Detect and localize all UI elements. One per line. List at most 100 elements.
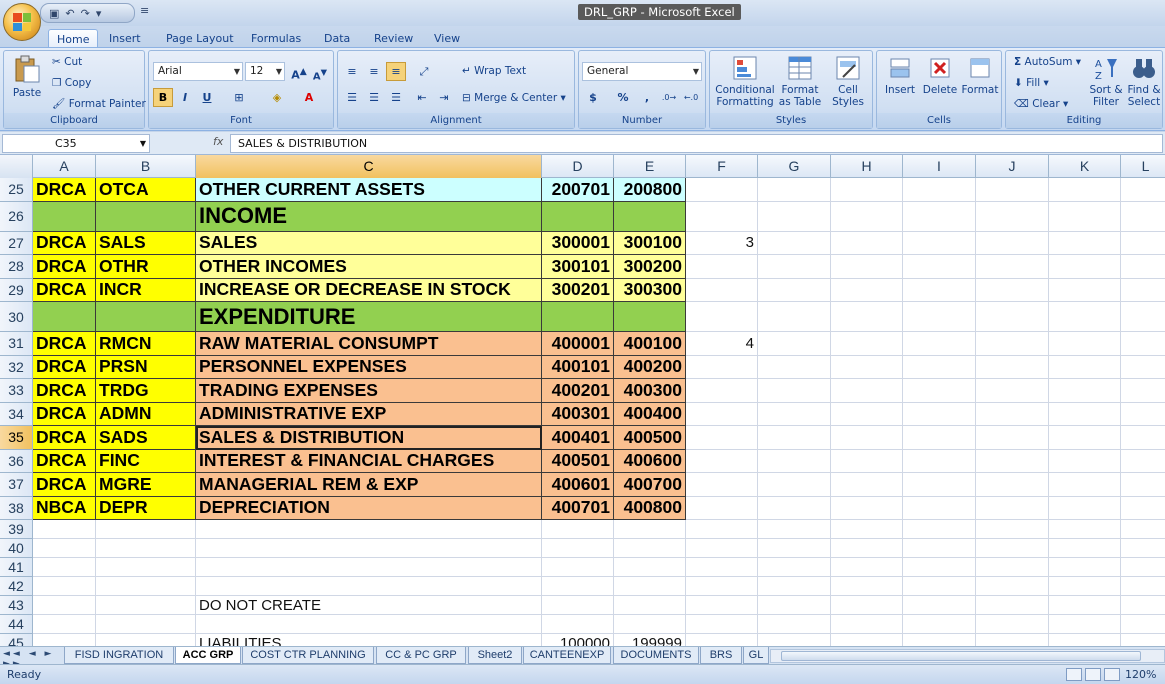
align-bottom-icon[interactable]: ≡ — [386, 62, 406, 81]
cell-b44[interactable] — [96, 615, 196, 634]
cell-g43[interactable] — [758, 596, 831, 615]
row-header[interactable]: 37 — [0, 473, 33, 497]
cell-g44[interactable] — [758, 615, 831, 634]
cell-g34[interactable] — [758, 402, 831, 426]
cell-c35[interactable]: SALES & DISTRIBUTION — [196, 426, 542, 450]
cell-e33[interactable]: 400300 — [614, 379, 686, 403]
cell-e32[interactable]: 400200 — [614, 355, 686, 379]
cell-h37[interactable] — [831, 473, 903, 497]
find-select-button[interactable]: Find & Select — [1126, 55, 1162, 108]
format-painter-button[interactable]: 🖌 Format Painter — [52, 97, 146, 110]
cell-j39[interactable] — [976, 520, 1049, 539]
cell-j37[interactable] — [976, 473, 1049, 497]
cell-d41[interactable] — [542, 558, 614, 577]
paste-button[interactable]: Paste — [10, 54, 44, 99]
cell-d27[interactable]: 300001 — [542, 231, 614, 255]
cell-j29[interactable] — [976, 278, 1049, 302]
cell-a40[interactable] — [33, 539, 96, 558]
cell-g37[interactable] — [758, 473, 831, 497]
comma-button[interactable]: , — [637, 88, 657, 107]
sheet-tab-acc-grp[interactable]: ACC GRP — [175, 647, 241, 664]
cell-k36[interactable] — [1049, 449, 1121, 473]
cell-h32[interactable] — [831, 355, 903, 379]
cell-f25[interactable] — [686, 178, 758, 202]
cell-e29[interactable]: 300300 — [614, 278, 686, 302]
decrease-indent-icon[interactable]: ⇤ — [412, 88, 432, 107]
shrink-font-button[interactable]: A▼ — [310, 62, 330, 82]
row-header[interactable]: 31 — [0, 332, 33, 356]
row-header[interactable]: 45 — [0, 634, 33, 646]
cell-h45[interactable] — [831, 634, 903, 646]
column-header-a[interactable]: A — [33, 155, 96, 178]
cell-i37[interactable] — [903, 473, 976, 497]
cell-d33[interactable]: 400201 — [542, 379, 614, 403]
font-size-combo[interactable]: 12 ▼ — [245, 62, 285, 81]
cell-a32[interactable]: DRCA — [33, 355, 96, 379]
copy-button[interactable]: ❐ Copy — [52, 77, 91, 89]
cell-j41[interactable] — [976, 558, 1049, 577]
align-middle-icon[interactable]: ≡ — [364, 62, 384, 81]
cell-k35[interactable] — [1049, 426, 1121, 450]
percent-button[interactable]: % — [613, 88, 633, 107]
row-header[interactable]: 25 — [0, 178, 33, 202]
cell-f37[interactable] — [686, 473, 758, 497]
cell-k33[interactable] — [1049, 379, 1121, 403]
cell-h27[interactable] — [831, 231, 903, 255]
cell-a35[interactable]: DRCA — [33, 426, 96, 450]
cell-j42[interactable] — [976, 577, 1049, 596]
cell-g29[interactable] — [758, 278, 831, 302]
cell-a26[interactable] — [33, 201, 96, 232]
cell-k41[interactable] — [1049, 558, 1121, 577]
cell-i31[interactable] — [903, 332, 976, 356]
cell-h25[interactable] — [831, 178, 903, 202]
cell-k40[interactable] — [1049, 539, 1121, 558]
cell-i38[interactable] — [903, 496, 976, 520]
cell-styles-button[interactable]: Cell Styles — [826, 55, 870, 108]
cell-e40[interactable] — [614, 539, 686, 558]
cell-h38[interactable] — [831, 496, 903, 520]
cell-b34[interactable]: ADMN — [96, 402, 196, 426]
cell-k28[interactable] — [1049, 255, 1121, 279]
cell-d35[interactable]: 400401 — [542, 426, 614, 450]
cell-e45[interactable]: 199999 — [614, 634, 686, 646]
italic-button[interactable]: I — [175, 88, 195, 107]
cell-j33[interactable] — [976, 379, 1049, 403]
cell-d26[interactable] — [542, 201, 614, 232]
cell-l26[interactable] — [1121, 202, 1165, 232]
cell-g31[interactable] — [758, 332, 831, 356]
increase-decimal-icon[interactable]: .0→ — [659, 88, 679, 107]
column-header-c[interactable]: C — [196, 155, 542, 178]
align-top-icon[interactable]: ≡ — [342, 62, 362, 81]
cell-f38[interactable] — [686, 496, 758, 520]
cell-a27[interactable]: DRCA — [33, 231, 96, 255]
tab-review[interactable]: Review — [366, 29, 421, 48]
cell-k34[interactable] — [1049, 402, 1121, 426]
cell-j28[interactable] — [976, 255, 1049, 279]
cell-i32[interactable] — [903, 355, 976, 379]
cell-g25[interactable] — [758, 178, 831, 202]
cell-l39[interactable] — [1121, 520, 1165, 539]
cell-b30[interactable] — [96, 302, 196, 332]
cell-k26[interactable] — [1049, 201, 1121, 232]
cell-i30[interactable] — [903, 302, 976, 332]
cell-d42[interactable] — [542, 577, 614, 596]
autosum-button[interactable]: Σ AutoSum ▾ — [1014, 56, 1081, 68]
cell-l33[interactable] — [1121, 379, 1165, 403]
cell-e42[interactable] — [614, 577, 686, 596]
cell-i34[interactable] — [903, 402, 976, 426]
cell-e44[interactable] — [614, 615, 686, 634]
cell-k44[interactable] — [1049, 615, 1121, 634]
cell-j43[interactable] — [976, 596, 1049, 615]
cell-e26[interactable] — [614, 201, 686, 232]
delete-cells-button[interactable]: Delete — [921, 55, 959, 96]
cell-d31[interactable]: 400001 — [542, 332, 614, 356]
cell-l35[interactable] — [1121, 426, 1165, 450]
cell-j36[interactable] — [976, 449, 1049, 473]
cell-c27[interactable]: SALES — [196, 231, 542, 255]
cell-f33[interactable] — [686, 379, 758, 403]
column-header-e[interactable]: E — [614, 155, 686, 178]
row-header[interactable]: 29 — [0, 278, 33, 302]
cell-d37[interactable]: 400601 — [542, 473, 614, 497]
cell-b42[interactable] — [96, 577, 196, 596]
redo-icon[interactable]: ↷ — [81, 7, 90, 20]
